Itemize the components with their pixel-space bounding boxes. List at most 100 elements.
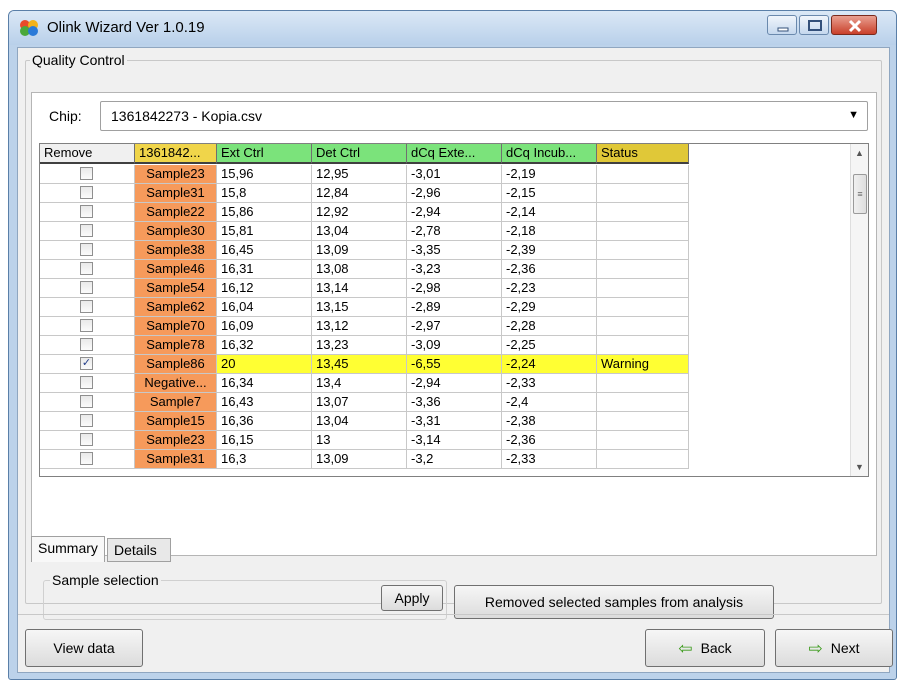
qc-data-grid[interactable]: Remove 1361842... Ext Ctrl Det Ctrl dCq … xyxy=(39,143,869,477)
ext-ctrl-cell[interactable]: 16,34 xyxy=(217,374,312,393)
remove-checkbox[interactable] xyxy=(80,395,93,408)
ext-ctrl-cell[interactable]: 20 xyxy=(217,355,312,374)
dcq-ext-cell[interactable]: -3,01 xyxy=(407,165,502,184)
remove-checkbox[interactable]: ✓ xyxy=(80,357,93,370)
sample-cell[interactable]: Sample7 xyxy=(135,393,217,412)
det-ctrl-cell[interactable]: 13,04 xyxy=(312,412,407,431)
sample-cell[interactable]: Sample78 xyxy=(135,336,217,355)
tab-details[interactable]: Details xyxy=(107,538,171,562)
dcq-incub-cell[interactable]: -2,4 xyxy=(502,393,597,412)
column-header-dcq-ext[interactable]: dCq Exte... xyxy=(407,144,502,164)
sample-cell[interactable]: Negative... xyxy=(135,374,217,393)
status-cell[interactable] xyxy=(597,450,689,469)
det-ctrl-cell[interactable]: 13,09 xyxy=(312,241,407,260)
column-header-sample[interactable]: 1361842... xyxy=(135,144,217,164)
status-cell[interactable] xyxy=(597,184,689,203)
det-ctrl-cell[interactable]: 13,07 xyxy=(312,393,407,412)
ext-ctrl-cell[interactable]: 15,8 xyxy=(217,184,312,203)
dcq-incub-cell[interactable]: -2,15 xyxy=(502,184,597,203)
dcq-ext-cell[interactable]: -2,94 xyxy=(407,374,502,393)
apply-button[interactable]: Apply xyxy=(381,585,443,611)
dcq-ext-cell[interactable]: -2,96 xyxy=(407,184,502,203)
sample-cell[interactable]: Sample62 xyxy=(135,298,217,317)
det-ctrl-cell[interactable]: 13,15 xyxy=(312,298,407,317)
status-cell[interactable] xyxy=(597,222,689,241)
sample-cell[interactable]: Sample54 xyxy=(135,279,217,298)
ext-ctrl-cell[interactable]: 16,15 xyxy=(217,431,312,450)
dcq-incub-cell[interactable]: -2,38 xyxy=(502,412,597,431)
ext-ctrl-cell[interactable]: 16,04 xyxy=(217,298,312,317)
ext-ctrl-cell[interactable]: 16,31 xyxy=(217,260,312,279)
ext-ctrl-cell[interactable]: 16,12 xyxy=(217,279,312,298)
sample-cell[interactable]: Sample23 xyxy=(135,165,217,184)
close-button[interactable] xyxy=(831,15,877,35)
det-ctrl-cell[interactable]: 13,04 xyxy=(312,222,407,241)
status-cell[interactable]: Warning xyxy=(597,355,689,374)
dcq-ext-cell[interactable]: -2,78 xyxy=(407,222,502,241)
dcq-ext-cell[interactable]: -3,23 xyxy=(407,260,502,279)
remove-checkbox[interactable] xyxy=(80,414,93,427)
next-button[interactable]: ⇨ Next xyxy=(775,629,893,667)
column-header-dcq-incub[interactable]: dCq Incub... xyxy=(502,144,597,164)
scroll-up-icon[interactable]: ▲ xyxy=(855,148,864,158)
dcq-incub-cell[interactable]: -2,28 xyxy=(502,317,597,336)
column-header-status[interactable]: Status xyxy=(597,144,689,164)
dcq-ext-cell[interactable]: -3,35 xyxy=(407,241,502,260)
scrollbar-thumb[interactable]: ≡ xyxy=(853,174,867,214)
tab-summary[interactable]: Summary xyxy=(31,536,105,562)
status-cell[interactable] xyxy=(597,298,689,317)
sample-cell[interactable]: Sample22 xyxy=(135,203,217,222)
status-cell[interactable] xyxy=(597,374,689,393)
status-cell[interactable] xyxy=(597,165,689,184)
dcq-incub-cell[interactable]: -2,33 xyxy=(502,450,597,469)
dcq-incub-cell[interactable]: -2,29 xyxy=(502,298,597,317)
remove-checkbox[interactable] xyxy=(80,186,93,199)
dcq-ext-cell[interactable]: -3,2 xyxy=(407,450,502,469)
column-header-det-ctrl[interactable]: Det Ctrl xyxy=(312,144,407,164)
remove-checkbox[interactable] xyxy=(80,376,93,389)
back-button[interactable]: ⇦ Back xyxy=(645,629,765,667)
dcq-ext-cell[interactable]: -3,14 xyxy=(407,431,502,450)
det-ctrl-cell[interactable]: 12,84 xyxy=(312,184,407,203)
remove-checkbox[interactable] xyxy=(80,338,93,351)
column-header-ext-ctrl[interactable]: Ext Ctrl xyxy=(217,144,312,164)
det-ctrl-cell[interactable]: 13 xyxy=(312,431,407,450)
ext-ctrl-cell[interactable]: 15,96 xyxy=(217,165,312,184)
status-cell[interactable] xyxy=(597,203,689,222)
remove-checkbox[interactable] xyxy=(80,167,93,180)
ext-ctrl-cell[interactable]: 15,81 xyxy=(217,222,312,241)
remove-checkbox[interactable] xyxy=(80,243,93,256)
status-cell[interactable] xyxy=(597,317,689,336)
dcq-ext-cell[interactable]: -3,31 xyxy=(407,412,502,431)
ext-ctrl-cell[interactable]: 15,86 xyxy=(217,203,312,222)
dcq-ext-cell[interactable]: -3,09 xyxy=(407,336,502,355)
status-cell[interactable] xyxy=(597,431,689,450)
remove-checkbox[interactable] xyxy=(80,224,93,237)
det-ctrl-cell[interactable]: 13,23 xyxy=(312,336,407,355)
sample-cell[interactable]: Sample38 xyxy=(135,241,217,260)
sample-cell[interactable]: Sample30 xyxy=(135,222,217,241)
det-ctrl-cell[interactable]: 13,08 xyxy=(312,260,407,279)
dcq-incub-cell[interactable]: -2,36 xyxy=(502,260,597,279)
sample-cell[interactable]: Sample70 xyxy=(135,317,217,336)
sample-cell[interactable]: Sample15 xyxy=(135,412,217,431)
remove-checkbox[interactable] xyxy=(80,205,93,218)
status-cell[interactable] xyxy=(597,260,689,279)
ext-ctrl-cell[interactable]: 16,43 xyxy=(217,393,312,412)
dcq-incub-cell[interactable]: -2,23 xyxy=(502,279,597,298)
dcq-incub-cell[interactable]: -2,33 xyxy=(502,374,597,393)
det-ctrl-cell[interactable]: 13,14 xyxy=(312,279,407,298)
dcq-ext-cell[interactable]: -3,36 xyxy=(407,393,502,412)
ext-ctrl-cell[interactable]: 16,36 xyxy=(217,412,312,431)
scroll-down-icon[interactable]: ▼ xyxy=(855,462,864,472)
chevron-down-icon[interactable]: ▼ xyxy=(848,109,859,121)
det-ctrl-cell[interactable]: 12,95 xyxy=(312,165,407,184)
maximize-button[interactable] xyxy=(799,15,829,35)
dcq-incub-cell[interactable]: -2,14 xyxy=(502,203,597,222)
column-header-remove[interactable]: Remove xyxy=(40,144,135,164)
sample-cell[interactable]: Sample23 xyxy=(135,431,217,450)
status-cell[interactable] xyxy=(597,412,689,431)
view-data-button[interactable]: View data xyxy=(25,629,143,667)
ext-ctrl-cell[interactable]: 16,32 xyxy=(217,336,312,355)
ext-ctrl-cell[interactable]: 16,3 xyxy=(217,450,312,469)
